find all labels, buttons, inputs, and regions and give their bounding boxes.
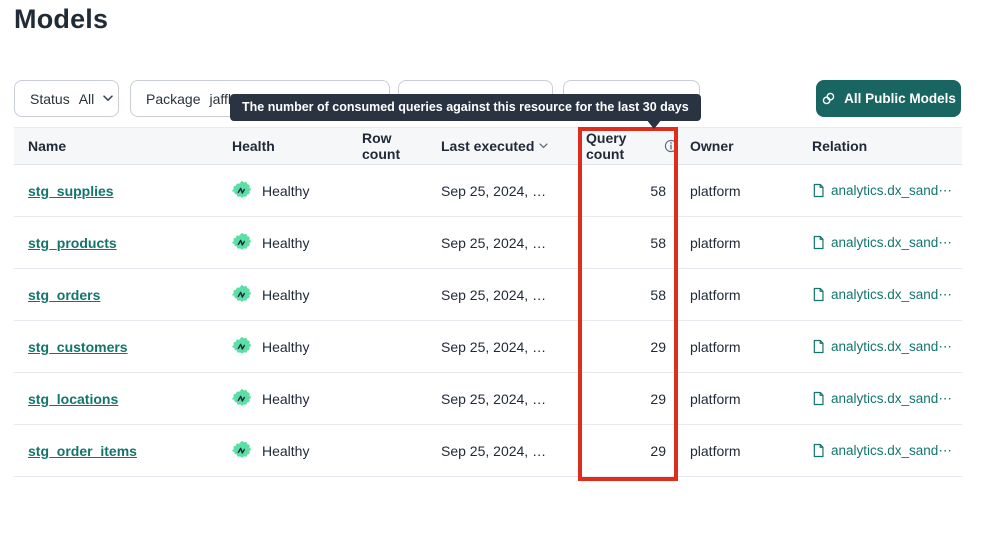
last-executed-value: Sep 25, 2024, … <box>416 339 578 355</box>
table-header-row: Name Health Row count Last executed Quer… <box>14 127 962 165</box>
owner-value: platform <box>678 443 812 459</box>
column-header-last-executed[interactable]: Last executed <box>416 138 578 154</box>
model-name-link[interactable]: stg_order_items <box>28 443 137 459</box>
health-status-label: Healthy <box>262 443 309 459</box>
table-row: stg_customers Healthy Sep 25, 2024, … 29… <box>14 321 962 373</box>
package-filter-label: Package <box>146 91 200 107</box>
query-count-value: 58 <box>578 183 678 199</box>
health-status-label: Healthy <box>262 287 309 303</box>
last-executed-value: Sep 25, 2024, … <box>416 443 578 459</box>
health-seal-icon <box>232 233 252 253</box>
document-icon <box>812 443 825 458</box>
relation-link[interactable]: analytics.dx_sand⋯ <box>812 235 952 251</box>
health-seal-icon <box>232 181 252 201</box>
relation-label: analytics.dx_sand⋯ <box>831 235 952 251</box>
model-name-link[interactable]: stg_supplies <box>28 183 114 199</box>
health-seal-icon <box>232 285 252 305</box>
health-status-label: Healthy <box>262 235 309 251</box>
health-status-label: Healthy <box>262 391 309 407</box>
page-title: Models <box>14 4 108 35</box>
model-name-link[interactable]: stg_products <box>28 235 117 251</box>
models-page: Models Status All Package jaffle_ All Pu… <box>0 0 989 536</box>
health-seal-icon <box>232 389 252 409</box>
relation-label: analytics.dx_sand⋯ <box>831 391 952 407</box>
table-row: stg_locations Healthy Sep 25, 2024, … 29… <box>14 373 962 425</box>
column-header-query-count: Query count <box>578 130 678 162</box>
chevron-down-icon <box>103 95 113 102</box>
link-icon <box>821 91 836 106</box>
query-count-value: 29 <box>578 339 678 355</box>
query-count-value: 29 <box>578 391 678 407</box>
relation-link[interactable]: analytics.dx_sand⋯ <box>812 443 952 459</box>
column-header-health: Health <box>218 138 348 154</box>
last-executed-value: Sep 25, 2024, … <box>416 287 578 303</box>
column-header-name: Name <box>14 138 218 154</box>
query-count-value: 58 <box>578 235 678 251</box>
document-icon <box>812 183 825 198</box>
health-status-label: Healthy <box>262 339 309 355</box>
query-count-value: 29 <box>578 443 678 459</box>
model-name-link[interactable]: stg_customers <box>28 339 128 355</box>
all-public-models-button[interactable]: All Public Models <box>816 80 961 117</box>
table-row: stg_order_items Healthy Sep 25, 2024, … … <box>14 425 962 477</box>
all-public-models-label: All Public Models <box>844 91 956 106</box>
health-seal-icon <box>232 441 252 461</box>
owner-value: platform <box>678 339 812 355</box>
last-executed-value: Sep 25, 2024, … <box>416 391 578 407</box>
status-filter-dropdown[interactable]: Status All <box>14 80 119 117</box>
relation-label: analytics.dx_sand⋯ <box>831 183 952 199</box>
owner-value: platform <box>678 287 812 303</box>
model-name-link[interactable]: stg_locations <box>28 391 118 407</box>
relation-label: analytics.dx_sand⋯ <box>831 443 952 459</box>
document-icon <box>812 287 825 302</box>
relation-label: analytics.dx_sand⋯ <box>831 339 952 355</box>
sort-chevron-icon <box>539 143 548 149</box>
query-count-value: 58 <box>578 287 678 303</box>
query-count-tooltip: The number of consumed queries against t… <box>230 94 701 121</box>
last-executed-value: Sep 25, 2024, … <box>416 183 578 199</box>
relation-link[interactable]: analytics.dx_sand⋯ <box>812 391 952 407</box>
table-row: stg_orders Healthy Sep 25, 2024, … 58 pl… <box>14 269 962 321</box>
table-body: stg_supplies Healthy Sep 25, 2024, … 58 … <box>14 165 962 477</box>
owner-value: platform <box>678 391 812 407</box>
column-header-row-count: Row count <box>348 130 416 162</box>
relation-link[interactable]: analytics.dx_sand⋯ <box>812 339 952 355</box>
relation-link[interactable]: analytics.dx_sand⋯ <box>812 183 952 199</box>
status-filter-value: All <box>79 91 95 107</box>
model-name-link[interactable]: stg_orders <box>28 287 100 303</box>
document-icon <box>812 391 825 406</box>
owner-value: platform <box>678 235 812 251</box>
column-header-relation: Relation <box>812 138 962 154</box>
info-icon[interactable] <box>664 139 678 153</box>
health-seal-icon <box>232 337 252 357</box>
models-table: Name Health Row count Last executed Quer… <box>14 127 962 477</box>
document-icon <box>812 339 825 354</box>
table-row: stg_supplies Healthy Sep 25, 2024, … 58 … <box>14 165 962 217</box>
status-filter-label: Status <box>30 91 70 107</box>
health-status-label: Healthy <box>262 183 309 199</box>
owner-value: platform <box>678 183 812 199</box>
tooltip-caret <box>646 119 662 129</box>
relation-label: analytics.dx_sand⋯ <box>831 287 952 303</box>
column-header-owner: Owner <box>678 138 812 154</box>
last-executed-value: Sep 25, 2024, … <box>416 235 578 251</box>
table-row: stg_products Healthy Sep 25, 2024, … 58 … <box>14 217 962 269</box>
relation-link[interactable]: analytics.dx_sand⋯ <box>812 287 952 303</box>
document-icon <box>812 235 825 250</box>
